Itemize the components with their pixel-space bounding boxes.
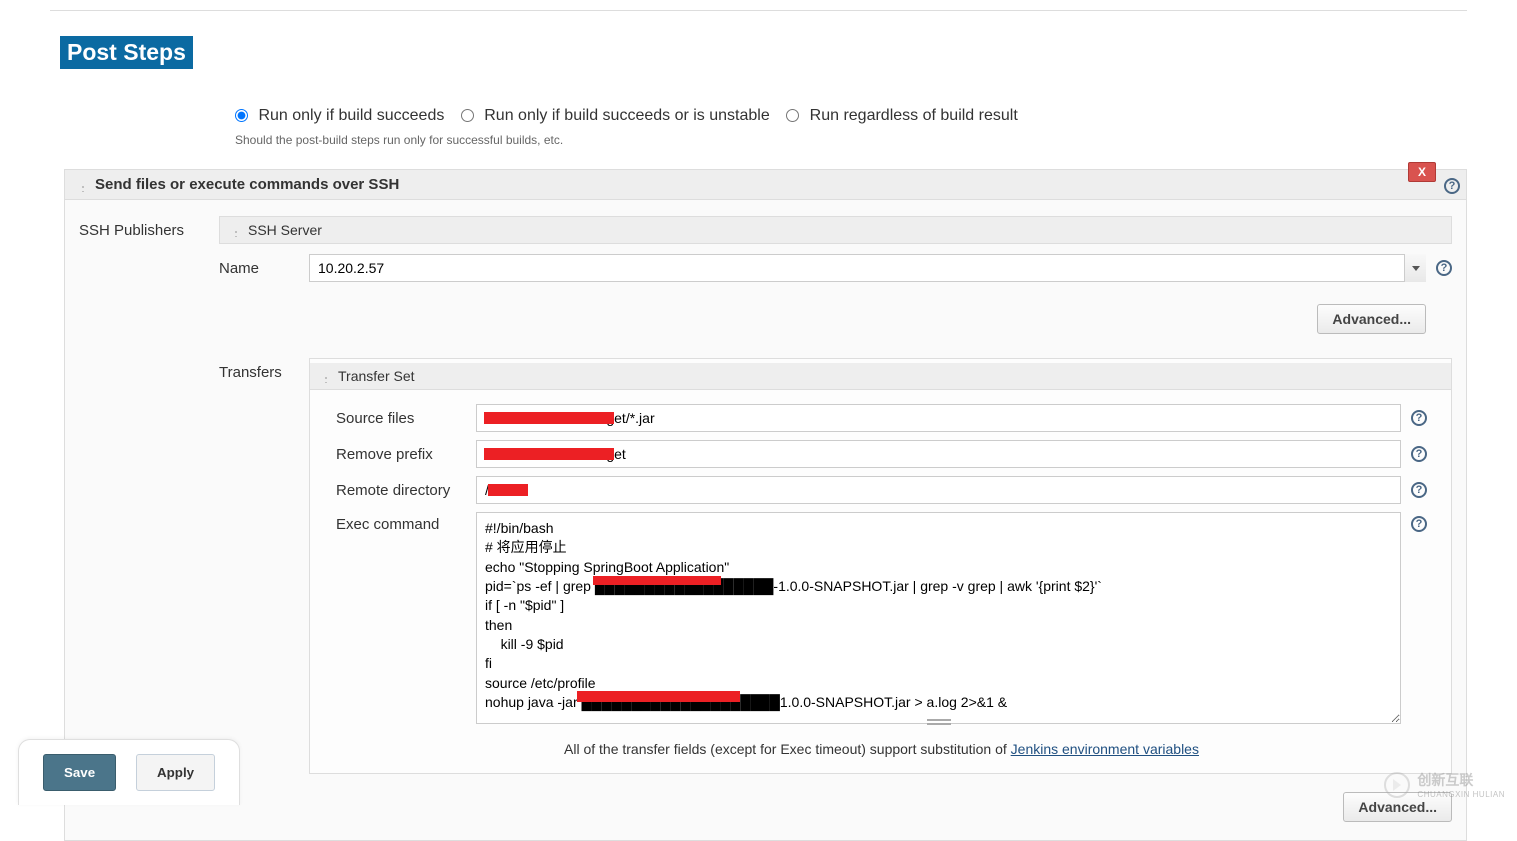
radio-succeeds[interactable]: Run only if build succeeds: [235, 107, 449, 124]
remote-directory-input[interactable]: [476, 476, 1401, 504]
drag-handle-icon[interactable]: [318, 369, 330, 383]
source-files-label: Source files: [336, 410, 476, 427]
radio-unstable-label: Run only if build succeeds or is unstabl…: [484, 107, 770, 124]
radio-succeeds-label: Run only if build succeeds: [258, 107, 444, 124]
ssh-name-label: Name: [219, 260, 309, 277]
ssh-step-title: Send files or execute commands over SSH: [95, 176, 399, 193]
apply-button[interactable]: Apply: [136, 754, 215, 791]
ssh-server-advanced-button[interactable]: Advanced...: [1317, 304, 1426, 334]
jenkins-env-vars-link[interactable]: Jenkins environment variables: [1011, 741, 1199, 757]
section-divider: [50, 10, 1467, 11]
transfer-set-block: Transfer Set Source files: [309, 358, 1452, 774]
drag-handle-icon[interactable]: [75, 178, 87, 192]
help-icon[interactable]: ?: [1411, 516, 1427, 532]
exec-command-textarea[interactable]: [476, 512, 1401, 724]
exec-command-label: Exec command: [336, 512, 476, 533]
source-files-input[interactable]: [476, 404, 1401, 432]
ssh-step-block: X ? Send files or execute commands over …: [64, 169, 1467, 841]
ssh-server-header: SSH Server: [219, 216, 1452, 244]
help-icon[interactable]: ?: [1411, 410, 1427, 426]
watermark-logo: 创新互联 CHUANGXIN HULIAN: [1383, 770, 1505, 799]
transfer-set-header: Transfer Set: [310, 363, 1451, 390]
radio-succeeds-input[interactable]: [235, 109, 248, 122]
remote-directory-label: Remote directory: [336, 482, 476, 499]
remove-prefix-label: Remove prefix: [336, 446, 476, 463]
ssh-server-name-select[interactable]: 10.20.2.57: [309, 254, 1426, 282]
ssh-step-header: Send files or execute commands over SSH: [65, 170, 1466, 200]
drag-handle-icon[interactable]: [228, 223, 240, 237]
radio-regardless[interactable]: Run regardless of build result: [786, 107, 1018, 124]
radio-unstable-input[interactable]: [461, 109, 474, 122]
help-icon[interactable]: ?: [1411, 446, 1427, 462]
radio-unstable[interactable]: Run only if build succeeds or is unstabl…: [461, 107, 774, 124]
resize-handle[interactable]: [927, 719, 951, 725]
post-steps-condition-row: Run only if build succeeds Run only if b…: [235, 107, 1467, 125]
radio-regardless-label: Run regardless of build result: [810, 107, 1018, 124]
remove-step-button[interactable]: X: [1408, 162, 1436, 182]
ssh-publishers-label: SSH Publishers: [79, 212, 219, 239]
watermark-icon: [1383, 771, 1411, 799]
post-steps-title: Post Steps: [60, 36, 193, 69]
help-icon[interactable]: ?: [1436, 260, 1452, 276]
radio-regardless-input[interactable]: [786, 109, 799, 122]
help-icon[interactable]: ?: [1411, 482, 1427, 498]
help-icon[interactable]: ?: [1444, 178, 1460, 194]
bottom-action-bar: Save Apply: [18, 739, 240, 805]
radio-help-text: Should the post-build steps run only for…: [235, 133, 1467, 147]
save-button[interactable]: Save: [43, 754, 116, 791]
transfer-help-text: All of the transfer fields (except for E…: [336, 741, 1427, 757]
transfers-label: Transfers: [219, 354, 309, 381]
remove-prefix-input[interactable]: [476, 440, 1401, 468]
